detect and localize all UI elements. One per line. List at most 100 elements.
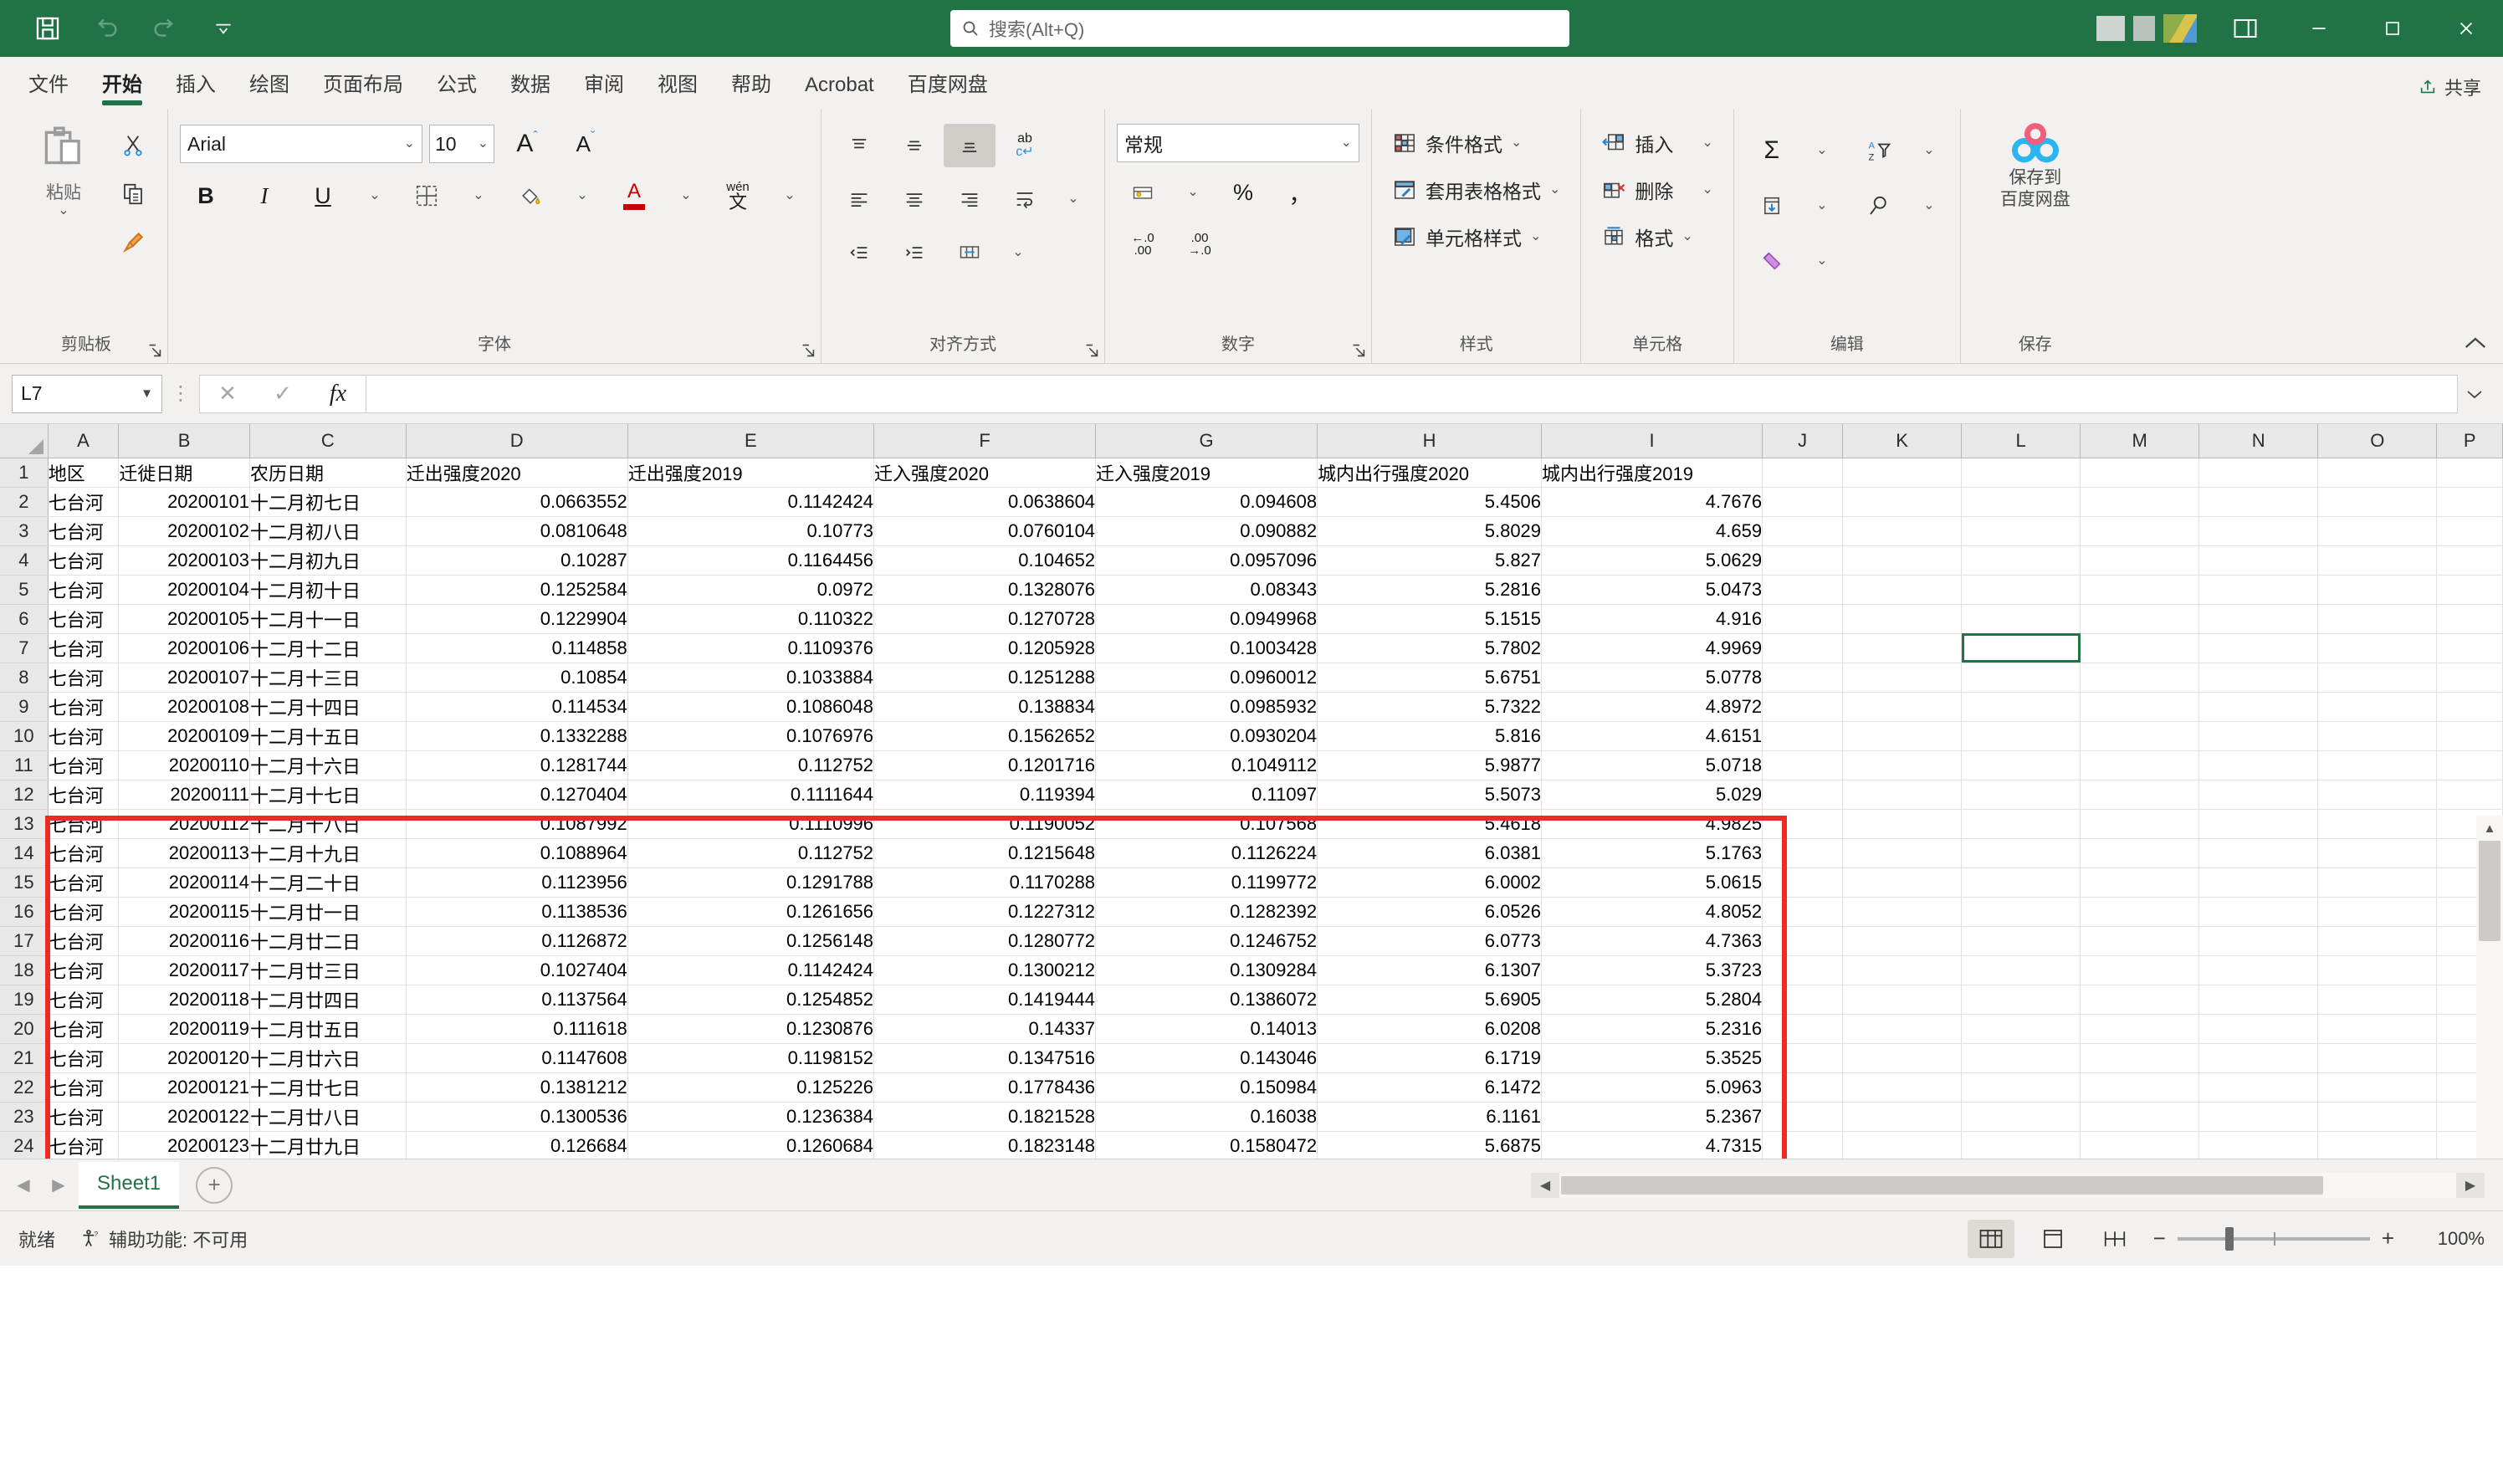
phonetic-guide-button[interactable]: wén 文 bbox=[712, 174, 764, 217]
cell-F2[interactable]: 0.0638604 bbox=[873, 487, 1097, 517]
number-dialog-launcher[interactable] bbox=[1349, 341, 1368, 360]
cell-F9[interactable]: 0.138834 bbox=[873, 692, 1097, 722]
cell-C12[interactable]: 十二月十七日 bbox=[249, 780, 407, 810]
cell-M13[interactable] bbox=[2080, 809, 2200, 839]
cell-H10[interactable]: 5.816 bbox=[1317, 721, 1543, 751]
align-left-button[interactable] bbox=[833, 177, 885, 221]
cell-B3[interactable]: 20200102 bbox=[118, 516, 250, 546]
cell-I1[interactable]: 城内出行强度2019 bbox=[1541, 458, 1763, 488]
chevron-down-icon[interactable]: ⌄ bbox=[58, 204, 69, 217]
cell-L17[interactable] bbox=[1961, 926, 2081, 956]
cell-O1[interactable] bbox=[2317, 458, 2438, 488]
cell-J18[interactable] bbox=[1762, 955, 1844, 985]
cell-J21[interactable] bbox=[1762, 1043, 1844, 1073]
cell-O24[interactable] bbox=[2317, 1131, 2438, 1159]
cell-C10[interactable]: 十二月十五日 bbox=[249, 721, 407, 751]
row-header-24[interactable]: 24 bbox=[0, 1131, 49, 1159]
cell-H22[interactable]: 6.1472 bbox=[1317, 1072, 1543, 1103]
confirm-edit-icon[interactable]: ✓ bbox=[255, 376, 310, 412]
cell-A13[interactable]: 七台河 bbox=[48, 809, 120, 839]
cell-E15[interactable]: 0.1291788 bbox=[627, 867, 875, 898]
cell-D23[interactable]: 0.1300536 bbox=[406, 1102, 628, 1132]
cell-L13[interactable] bbox=[1961, 809, 2081, 839]
cell-J10[interactable] bbox=[1762, 721, 1844, 751]
cell-C15[interactable]: 十二月二十日 bbox=[249, 867, 407, 898]
cell-L16[interactable] bbox=[1961, 897, 2081, 927]
cell-B14[interactable]: 20200113 bbox=[118, 838, 250, 868]
cell-J7[interactable] bbox=[1762, 633, 1844, 663]
chevron-down-icon[interactable] bbox=[194, 3, 253, 54]
cell-M21[interactable] bbox=[2080, 1043, 2200, 1073]
chevron-down-icon[interactable]: ⌄ bbox=[1803, 129, 1841, 172]
cell-E8[interactable]: 0.1033884 bbox=[627, 663, 875, 693]
cell-E10[interactable]: 0.1076976 bbox=[627, 721, 875, 751]
cell-N8[interactable] bbox=[2198, 663, 2319, 693]
cell-E19[interactable]: 0.1254852 bbox=[627, 985, 875, 1015]
cell-L14[interactable] bbox=[1961, 838, 2081, 868]
align-bottom-button[interactable] bbox=[944, 124, 996, 167]
cell-J16[interactable] bbox=[1762, 897, 1844, 927]
cell-C6[interactable]: 十二月十一日 bbox=[249, 604, 407, 634]
chevron-down-icon[interactable]: ⌄ bbox=[356, 174, 394, 217]
merge-center-button[interactable] bbox=[944, 231, 996, 274]
cell-M10[interactable] bbox=[2080, 721, 2200, 751]
cell-P11[interactable] bbox=[2436, 750, 2503, 780]
cell-F16[interactable]: 0.1227312 bbox=[873, 897, 1097, 927]
cell-N1[interactable] bbox=[2198, 458, 2319, 488]
number-format-combo[interactable]: 常规 ⌄ bbox=[1117, 124, 1359, 162]
cell-A4[interactable]: 七台河 bbox=[48, 545, 120, 576]
cell-A21[interactable]: 七台河 bbox=[48, 1043, 120, 1073]
cell-M7[interactable] bbox=[2080, 633, 2200, 663]
cell-B13[interactable]: 20200112 bbox=[118, 809, 250, 839]
cell-H1[interactable]: 城内出行强度2020 bbox=[1317, 458, 1543, 488]
cell-M2[interactable] bbox=[2080, 487, 2200, 517]
cell-H8[interactable]: 5.6751 bbox=[1317, 663, 1543, 693]
cell-I2[interactable]: 4.7676 bbox=[1541, 487, 1763, 517]
cell-D10[interactable]: 0.1332288 bbox=[406, 721, 628, 751]
scroll-left-arrow[interactable]: ◀ bbox=[1531, 1172, 1559, 1198]
row-header-18[interactable]: 18 bbox=[0, 955, 49, 985]
cancel-edit-icon[interactable]: ✕ bbox=[200, 376, 255, 412]
format-as-table-button[interactable]: 套用表格格式 ⌄ bbox=[1384, 171, 1569, 209]
cell-M3[interactable] bbox=[2080, 516, 2200, 546]
cell-M4[interactable] bbox=[2080, 545, 2200, 576]
cell-G15[interactable]: 0.1199772 bbox=[1095, 867, 1318, 898]
cell-J22[interactable] bbox=[1762, 1072, 1844, 1103]
cell-J23[interactable] bbox=[1762, 1102, 1844, 1132]
cell-F22[interactable]: 0.1778436 bbox=[873, 1072, 1097, 1103]
cell-I8[interactable]: 5.0778 bbox=[1541, 663, 1763, 693]
cell-A8[interactable]: 七台河 bbox=[48, 663, 120, 693]
cell-F23[interactable]: 0.1821528 bbox=[873, 1102, 1097, 1132]
cell-K16[interactable] bbox=[1842, 897, 1963, 927]
cell-H4[interactable]: 5.827 bbox=[1317, 545, 1543, 576]
row-header-2[interactable]: 2 bbox=[0, 487, 49, 517]
page-layout-view-button[interactable] bbox=[2030, 1220, 2076, 1258]
cell-B23[interactable]: 20200122 bbox=[118, 1102, 250, 1132]
cell-F3[interactable]: 0.0760104 bbox=[873, 516, 1097, 546]
cell-D5[interactable]: 0.1252584 bbox=[406, 575, 628, 605]
cell-G9[interactable]: 0.0985932 bbox=[1095, 692, 1318, 722]
font-color-button[interactable]: A bbox=[608, 174, 660, 217]
cell-G12[interactable]: 0.11097 bbox=[1095, 780, 1318, 810]
row-header-16[interactable]: 16 bbox=[0, 897, 49, 927]
row-header-13[interactable]: 13 bbox=[0, 809, 49, 839]
clipboard-dialog-launcher[interactable] bbox=[146, 341, 164, 360]
cell-I20[interactable]: 5.2316 bbox=[1541, 1014, 1763, 1044]
cell-L15[interactable] bbox=[1961, 867, 2081, 898]
cell-K2[interactable] bbox=[1842, 487, 1963, 517]
cell-I22[interactable]: 5.0963 bbox=[1541, 1072, 1763, 1103]
cell-A17[interactable]: 七台河 bbox=[48, 926, 120, 956]
sort-and-filter-button[interactable]: A Z bbox=[1853, 129, 1905, 172]
cell-D22[interactable]: 0.1381212 bbox=[406, 1072, 628, 1103]
horizontal-scroll-thumb[interactable] bbox=[1561, 1175, 2324, 1195]
fill-button[interactable] bbox=[1746, 184, 1798, 228]
cell-N5[interactable] bbox=[2198, 575, 2319, 605]
chevron-down-icon[interactable]: ⌄ bbox=[667, 174, 705, 217]
cell-E22[interactable]: 0.125226 bbox=[627, 1072, 875, 1103]
cell-P12[interactable] bbox=[2436, 780, 2503, 810]
accounting-format-button[interactable] bbox=[1117, 171, 1169, 214]
bold-button[interactable]: B bbox=[180, 174, 232, 217]
cell-L18[interactable] bbox=[1961, 955, 2081, 985]
column-header-d[interactable]: D bbox=[406, 424, 628, 458]
cell-O13[interactable] bbox=[2317, 809, 2438, 839]
